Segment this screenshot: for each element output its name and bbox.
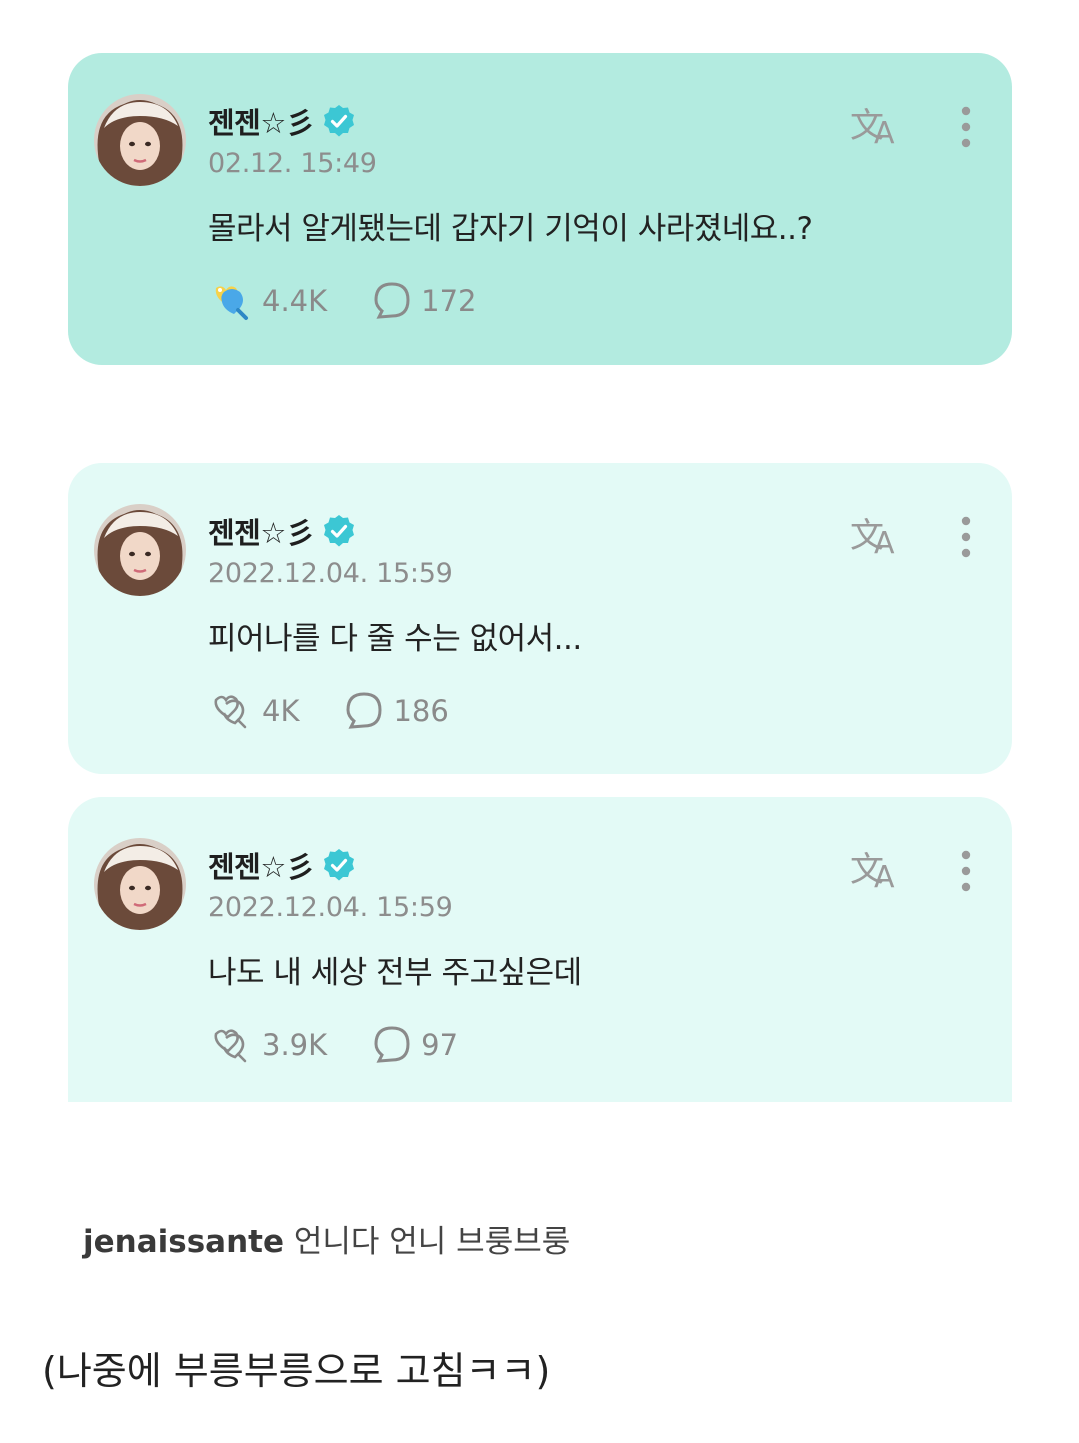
author-name[interactable]: 젠젠☆彡 [208,844,315,886]
reaction-icon [215,286,248,320]
comment-username[interactable]: jenaissante [83,1224,284,1260]
reaction-icon [214,695,247,729]
comment-button[interactable]: 97 [371,1024,458,1066]
comment-bubble-icon [346,692,382,729]
more-vertical-icon[interactable] [948,513,984,561]
like-button[interactable]: 3.9K [208,1024,327,1066]
post-date: 2022.12.04. 15:59 [208,892,453,923]
reaction-icon [214,1029,247,1063]
like-count: 4K [262,694,300,728]
post-text: 나도 내 세상 전부 주고싶은데 [208,955,582,991]
post-card[interactable]: 젠젠☆彡 2022.12.04. 15:59 피어나를 다 줄 수는 없어서..… [68,463,1012,774]
avatar[interactable] [94,504,186,596]
translate-icon[interactable]: 文 A [848,101,902,149]
post-text: 피어나를 다 줄 수는 없어서... [208,621,582,657]
more-vertical-icon[interactable] [948,847,984,895]
avatar[interactable] [94,94,186,186]
svg-text:A: A [874,116,895,149]
translate-icon[interactable]: 文 A [848,511,902,559]
post-text: 몰라서 알게됐는데 갑자기 기억이 사라졌네요..? [208,211,813,247]
like-button[interactable]: 4.4K [208,280,327,322]
comment-bubble-icon [374,282,410,319]
comment-count: 186 [393,694,449,728]
verified-badge-icon [324,515,355,547]
svg-text:A: A [874,526,895,559]
like-count: 3.9K [262,1028,328,1062]
author-name[interactable]: 젠젠☆彡 [208,510,315,552]
comment-bubble-icon [374,1026,410,1063]
comment-button[interactable]: 172 [371,280,477,322]
author-name[interactable]: 젠젠☆彡 [208,100,315,142]
comment: jenaissante 언니다 언니 브룽브룽 [83,1216,570,1261]
post-card[interactable]: 젠젠☆彡 2022.12.04. 15:59 나도 내 세상 전부 주고싶은데 … [68,797,1012,1102]
footer-note: (나중에 부릉부릉으로 고침ㅋㅋ) [42,1349,551,1393]
verified-badge-icon [324,105,355,137]
post-date: 2022.12.04. 15:59 [208,558,453,589]
like-count: 4.4K [262,284,328,318]
avatar[interactable] [94,838,186,930]
comment-count: 172 [421,284,477,318]
post-date: 02.12. 15:49 [208,148,377,179]
verified-badge-icon [324,849,355,881]
like-button[interactable]: 4K [208,690,299,732]
translate-icon[interactable]: 文 A [848,845,902,893]
comment-text: 언니다 언니 브룽브룽 [293,1224,571,1260]
post-card[interactable]: 젠젠☆彡 02.12. 15:49 몰라서 알게됐는데 갑자기 기억이 사라졌네… [68,53,1012,365]
more-vertical-icon[interactable] [948,103,984,151]
comment-button[interactable]: 186 [343,690,449,732]
svg-text:A: A [874,860,895,893]
comment-count: 97 [421,1028,459,1062]
